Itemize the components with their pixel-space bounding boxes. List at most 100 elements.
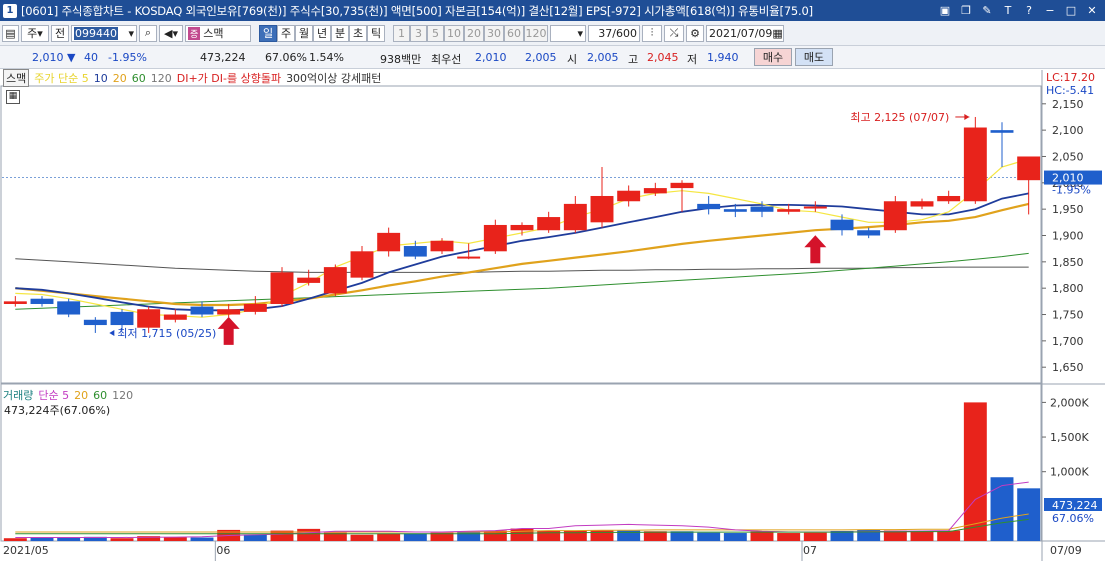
volume-bar — [697, 532, 721, 541]
maximize-icon[interactable]: □ — [1062, 2, 1080, 18]
interval-1[interactable]: 1 — [393, 24, 410, 42]
minimize-icon[interactable]: − — [1041, 2, 1059, 18]
x-tick-label: 2021/05 — [3, 544, 49, 557]
volume-bar — [3, 538, 27, 541]
volume-ma20-line — [15, 513, 1029, 533]
price-change-pct: -1.95% — [108, 51, 147, 64]
current-price: 2,010 ▼ — [32, 51, 76, 64]
period-day[interactable]: 일 — [259, 24, 277, 42]
app-menu-icon[interactable]: ▤ — [2, 24, 19, 42]
indicator-icon[interactable]: ⤯ — [664, 24, 684, 42]
interval-10[interactable]: 10 — [444, 24, 464, 42]
calendar-icon[interactable]: ▦ — [772, 27, 782, 40]
open-price: 2,005 — [587, 51, 619, 64]
legend-vol-ma20[interactable]: 20 — [74, 389, 88, 402]
stock-name-field[interactable]: 증 스맥 — [185, 24, 251, 42]
low-label: 저 — [687, 53, 698, 66]
volume-current-label: 473,224주(67.06%) — [4, 404, 111, 417]
layout-icon[interactable]: ▣ — [936, 2, 954, 18]
legend-ma5[interactable]: 주가 단순 5 — [34, 70, 88, 86]
price-tick-label: 2,100 — [1052, 124, 1084, 137]
badge: 증 — [188, 26, 201, 40]
interval-3[interactable]: 3 — [410, 24, 427, 42]
volume-bar — [963, 402, 987, 541]
volume-bar — [457, 531, 481, 541]
close-icon[interactable]: ✕ — [1083, 2, 1101, 18]
sound-icon[interactable]: ◀▾ — [159, 24, 183, 42]
buy-button[interactable]: 매수 — [754, 48, 792, 66]
legend-ma120[interactable]: 120 — [151, 72, 172, 85]
period-year[interactable]: 년 — [313, 24, 331, 42]
toolbar: ▤ 주 ▾ 전 099440 ▾ ⌕ ◀▾ 증 스맥 일 주 월 년 분 초 틱 1 … — [0, 21, 1105, 46]
volume-bar — [617, 530, 641, 541]
market-select[interactable]: 주 ▾ — [21, 24, 49, 42]
volume-bar — [1017, 488, 1041, 541]
count-input[interactable]: 37/600 — [588, 24, 640, 42]
prev-button[interactable]: 전 — [51, 24, 69, 42]
settings-icon[interactable]: ⚙ — [686, 24, 704, 42]
restore-icon[interactable]: ❐ — [957, 2, 975, 18]
ma20-line — [15, 202, 1029, 307]
help-icon[interactable]: ? — [1020, 2, 1038, 18]
candle-body — [297, 277, 321, 283]
ma60-line — [15, 252, 1029, 310]
legend-pattern[interactable]: 300억이상 강세패턴 — [286, 70, 381, 86]
legend-vol-ma60[interactable]: 60 — [93, 389, 107, 402]
period-week[interactable]: 주 — [277, 24, 295, 42]
legend-stock-name[interactable]: 스맥 — [3, 69, 30, 87]
custom-interval-select[interactable]: ▾ — [550, 24, 586, 42]
legend-ma20[interactable]: 20 — [113, 72, 127, 85]
ma5-line — [15, 158, 1029, 318]
legend-vol-ma5[interactable]: 단순 5 — [38, 387, 69, 403]
volume-bar — [377, 533, 401, 541]
candle-body — [217, 309, 241, 315]
interval-30[interactable]: 30 — [484, 24, 504, 42]
period-month[interactable]: 월 — [295, 24, 313, 42]
interval-60[interactable]: 60 — [504, 24, 524, 42]
candle-body — [190, 306, 214, 315]
candle-body — [990, 130, 1014, 133]
legend-ma10[interactable]: 10 — [94, 72, 108, 85]
volume-bar — [30, 537, 54, 541]
candle-body — [377, 232, 401, 252]
trade-amount: 938백만 — [380, 53, 422, 66]
volume-bar — [857, 529, 881, 541]
pin-icon[interactable]: ✎ — [978, 2, 996, 18]
interval-120[interactable]: 120 — [524, 24, 548, 42]
volume-bar — [750, 531, 774, 541]
chart-type-icon[interactable]: ⫶ — [642, 24, 662, 42]
candle-body — [723, 209, 747, 212]
date-input[interactable]: 2021/07/09 ▦ — [706, 24, 784, 42]
search-icon[interactable]: ⌕ — [139, 24, 157, 42]
interval-5[interactable]: 5 — [427, 24, 444, 42]
period-minute[interactable]: 분 — [331, 24, 349, 42]
price-legend: 스맥 주가 단순 5 10 20 60 120 DI+가 DI-를 상향돌파 3… — [3, 69, 386, 87]
grid-toggle-icon[interactable]: ▦ — [6, 90, 20, 104]
quote-bar: 2,010 ▼ 40 -1.95% 473,224 67.06% 1.54% 9… — [0, 46, 1105, 69]
legend-vol-ma120[interactable]: 120 — [112, 389, 133, 402]
volume-bar — [777, 533, 801, 541]
window-number-badge: 1 — [3, 3, 17, 18]
volume-bar — [350, 534, 374, 541]
legend-signal[interactable]: DI+가 DI-를 상향돌파 — [177, 70, 281, 86]
volume-bar — [643, 531, 667, 541]
legend-volume[interactable]: 거래량 — [3, 387, 33, 403]
volume-bar — [937, 530, 961, 541]
sell-button[interactable]: 매도 — [795, 48, 833, 66]
volume-bar — [110, 538, 134, 541]
legend-ma60[interactable]: 60 — [132, 72, 146, 85]
font-icon[interactable]: T — [999, 2, 1017, 18]
stock-code-input[interactable]: 099440 ▾ — [71, 24, 137, 42]
volume-bar — [990, 477, 1014, 541]
period-second[interactable]: 초 — [349, 24, 367, 42]
price-tick-label: 1,900 — [1052, 230, 1084, 243]
candle-body — [323, 267, 347, 294]
period-tick[interactable]: 틱 — [367, 24, 385, 42]
interval-20[interactable]: 20 — [464, 24, 484, 42]
ma120-line — [15, 258, 1029, 273]
candle-body — [750, 206, 774, 212]
volume-current-value: 473,224 — [1052, 499, 1098, 512]
candle-body — [830, 219, 854, 231]
candle-body — [403, 246, 427, 257]
volume-bar — [270, 530, 294, 541]
